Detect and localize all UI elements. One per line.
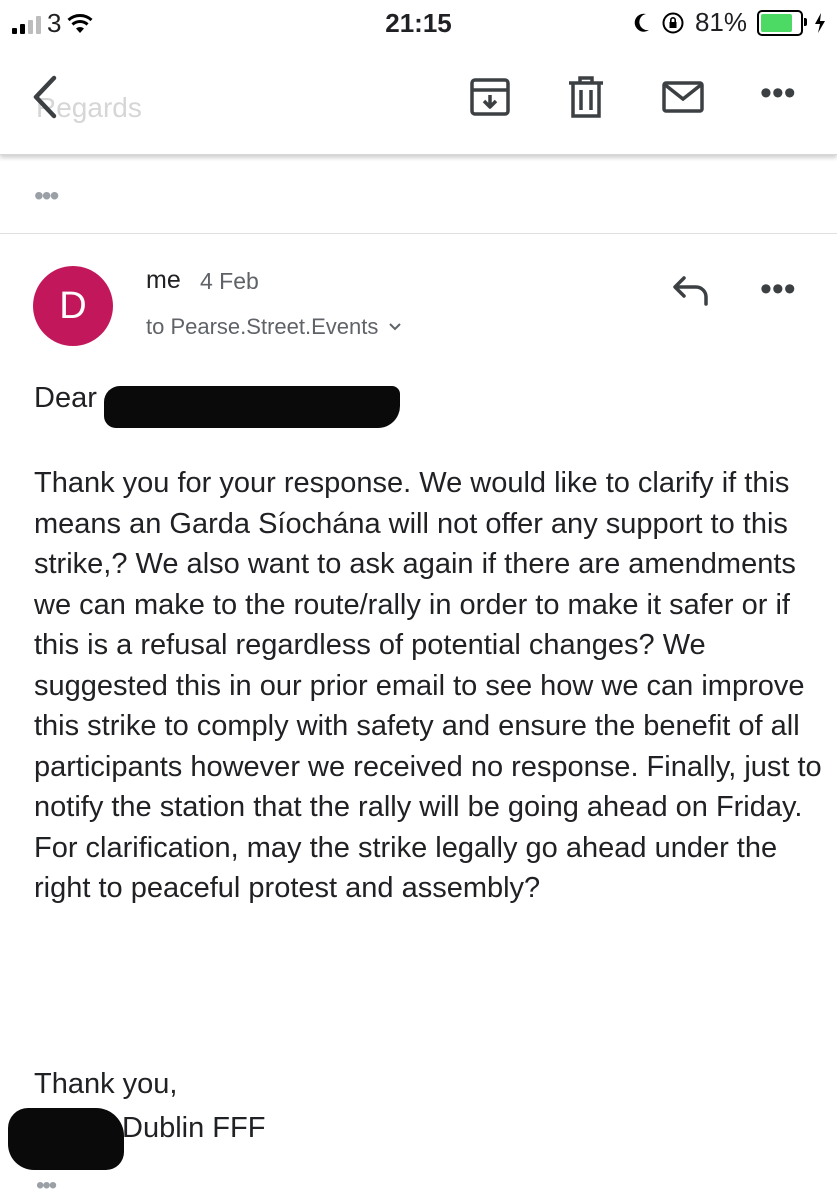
sender-name: me bbox=[146, 266, 181, 294]
message-more-icon[interactable]: ••• bbox=[760, 272, 796, 306]
moon-icon bbox=[634, 13, 649, 32]
message-body: Thank you for your response. We would li… bbox=[34, 467, 822, 904]
message-toolbar: Regards ••• bbox=[0, 46, 837, 155]
closing: Thank you, bbox=[34, 1068, 178, 1100]
rotation-lock-icon bbox=[662, 12, 684, 33]
redaction-mark bbox=[104, 386, 400, 428]
chevron-down-icon bbox=[389, 323, 402, 331]
mail-icon[interactable] bbox=[658, 72, 708, 122]
collapsed-messages-button[interactable]: ••• bbox=[34, 180, 59, 212]
more-options-icon[interactable]: ••• bbox=[760, 76, 796, 110]
signature-redaction bbox=[8, 1108, 124, 1170]
divider bbox=[0, 233, 837, 234]
signature: Dublin FFF bbox=[122, 1112, 266, 1144]
trash-icon[interactable] bbox=[561, 72, 611, 122]
show-quoted-button[interactable]: ••• bbox=[36, 1172, 57, 1200]
recipient-details[interactable]: to Pearse.Street.Events bbox=[146, 314, 402, 340]
status-right: 81% bbox=[633, 7, 827, 38]
recipient-label: to Pearse.Street.Events bbox=[146, 314, 379, 339]
avatar: D bbox=[33, 266, 113, 346]
status-bar: 3 21:15 81% bbox=[0, 0, 837, 46]
battery-percent: 81% bbox=[694, 7, 747, 37]
battery-icon bbox=[757, 9, 807, 36]
charging-bolt-icon bbox=[815, 12, 825, 33]
back-icon[interactable] bbox=[26, 74, 66, 120]
greeting: Dear bbox=[34, 382, 97, 414]
archive-icon[interactable] bbox=[465, 72, 515, 122]
reply-icon[interactable] bbox=[670, 270, 712, 312]
message-date: 4 Feb bbox=[200, 268, 259, 294]
